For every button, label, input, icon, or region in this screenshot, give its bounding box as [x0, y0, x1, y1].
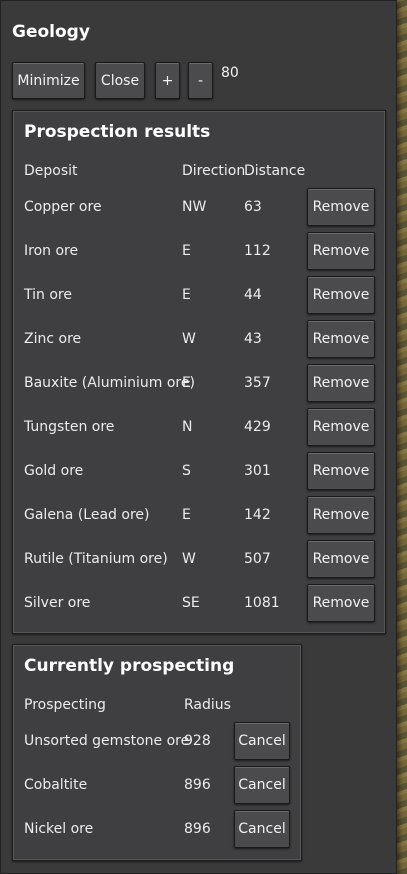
deposit-name: Silver ore — [24, 595, 91, 611]
deposit-direction: W — [182, 551, 196, 567]
deposit-name: Zinc ore — [24, 331, 82, 347]
deposit-name: Iron ore — [24, 243, 79, 259]
deposit-distance: 507 — [244, 551, 271, 567]
header-deposit: Deposit — [24, 163, 78, 179]
remove-button[interactable]: Remove — [307, 496, 375, 534]
remove-button[interactable]: Remove — [307, 408, 375, 446]
deposit-direction: E — [182, 507, 191, 523]
deposit-name: Bauxite (Aluminium ore) — [24, 375, 195, 391]
remove-button[interactable]: Remove — [307, 320, 375, 358]
deposit-direction: SE — [182, 595, 200, 611]
deposit-direction: E — [182, 243, 191, 259]
remove-button[interactable]: Remove — [307, 232, 375, 270]
minimize-button[interactable]: Minimize — [12, 62, 85, 99]
prospect-name: Nickel ore — [24, 821, 94, 837]
window-title: Geology — [12, 22, 90, 42]
prospect-name: Unsorted gemstone ore — [24, 733, 190, 749]
deposit-distance: 357 — [244, 375, 271, 391]
deposit-distance: 63 — [244, 199, 262, 215]
deposit-direction: E — [182, 375, 191, 391]
deposit-name: Copper ore — [24, 199, 102, 215]
remove-button[interactable]: Remove — [307, 452, 375, 490]
deposit-distance: 43 — [244, 331, 262, 347]
deposit-distance: 429 — [244, 419, 271, 435]
header-radius: Radius — [184, 697, 231, 713]
deposit-distance: 44 — [244, 287, 262, 303]
deposit-name: Tin ore — [24, 287, 72, 303]
cancel-button[interactable]: Cancel — [234, 766, 290, 804]
prospection-results-title: Prospection results — [24, 122, 211, 142]
prospect-name: Cobaltite — [24, 777, 88, 793]
deposit-name: Tungsten ore — [24, 419, 115, 435]
deposit-distance: 301 — [244, 463, 271, 479]
currently-prospecting-title: Currently prospecting — [24, 656, 235, 676]
remove-button[interactable]: Remove — [307, 364, 375, 402]
remove-button[interactable]: Remove — [307, 276, 375, 314]
prospect-radius: 896 — [184, 821, 211, 837]
deposit-direction: E — [182, 287, 191, 303]
deposit-direction: S — [182, 463, 191, 479]
deposit-direction: W — [182, 331, 196, 347]
zoom-out-button[interactable]: - — [188, 62, 213, 99]
remove-button[interactable]: Remove — [307, 584, 375, 622]
currently-prospecting-panel: Currently prospecting Prospecting Radius… — [12, 644, 302, 861]
deposit-name: Galena (Lead ore) — [24, 507, 150, 523]
zoom-in-button[interactable]: + — [155, 62, 180, 99]
deposit-distance: 112 — [244, 243, 271, 259]
close-button[interactable]: Close — [95, 62, 145, 99]
geology-window: Geology Minimize Close + - 80 Prospectio… — [0, 0, 397, 874]
header-distance: Distance — [244, 163, 306, 179]
cancel-button[interactable]: Cancel — [234, 722, 290, 760]
deposit-name: Rutile (Titanium ore) — [24, 551, 168, 567]
prospect-radius: 896 — [184, 777, 211, 793]
deposit-name: Gold ore — [24, 463, 84, 479]
remove-button[interactable]: Remove — [307, 540, 375, 578]
prospection-results-panel: Prospection results Deposit Direction Di… — [12, 110, 386, 634]
zoom-value: 80 — [221, 65, 239, 81]
deposit-distance: 142 — [244, 507, 271, 523]
deposit-direction: NW — [182, 199, 207, 215]
header-prospecting: Prospecting — [24, 697, 106, 713]
remove-button[interactable]: Remove — [307, 188, 375, 226]
deposit-distance: 1081 — [244, 595, 280, 611]
cancel-button[interactable]: Cancel — [234, 810, 290, 848]
prospect-radius: 928 — [184, 733, 211, 749]
deposit-direction: N — [182, 419, 193, 435]
header-direction: Direction — [182, 163, 246, 179]
